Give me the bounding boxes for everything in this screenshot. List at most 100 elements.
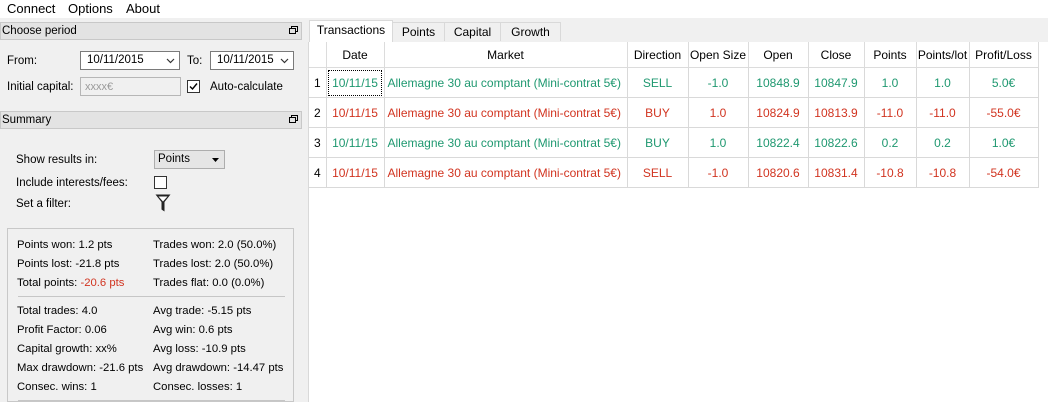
column-header-market[interactable]: Market [384,42,628,68]
cell-open[interactable]: 10824.9 [748,97,809,128]
cell-direction[interactable]: SELL [627,157,689,188]
column-header-profit-loss[interactable]: Profit/Loss [969,42,1039,68]
tab-growth[interactable]: Growth [500,22,561,41]
initial-capital-label: Initial capital: [7,81,74,93]
cell-profit-loss[interactable]: 5.0€ [969,67,1039,98]
corner-cell[interactable] [309,42,327,68]
column-header-close[interactable]: Close [808,42,865,68]
left-panel: Choose period From: 10/11/2015 To: 10/11… [0,18,303,402]
cell-open[interactable]: 10848.9 [748,67,809,98]
cell-points[interactable]: -10.8 [864,157,917,188]
show-results-select[interactable]: Points [154,150,225,169]
cell-open-size[interactable]: -1.0 [688,67,749,98]
transactions-table-area: Date Market Direction Open Size Open Clo… [308,42,1048,402]
points-lost: Points lost: -21.8 pts [17,258,120,270]
choose-period-title: Choose period [2,25,77,37]
cell-date[interactable]: 10/11/15 [326,127,385,158]
row-number[interactable]: 4 [309,157,327,188]
column-header-open[interactable]: Open [748,42,809,68]
include-fees-checkbox[interactable] [154,176,167,189]
cell-market[interactable]: Allemagne 30 au comptant (Mini-contrat 5… [384,67,628,98]
cell-points-lot[interactable]: -10.8 [916,157,970,188]
tab-transactions[interactable]: Transactions [309,20,393,43]
column-header-direction[interactable]: Direction [627,42,689,68]
choose-period-header: Choose period [0,22,302,40]
cell-direction[interactable]: BUY [627,97,689,128]
cell-points-lot[interactable]: -11.0 [916,97,970,128]
column-header-open-size[interactable]: Open Size [688,42,749,68]
float-window-icon[interactable] [289,115,298,123]
initial-capital-input[interactable]: xxxx€ [80,77,181,96]
cell-direction[interactable]: BUY [627,127,689,158]
cell-profit-loss[interactable]: -55.0€ [969,97,1039,128]
column-header-points-lot[interactable]: Points/lot [916,42,970,68]
cell-market[interactable]: Allemagne 30 au comptant (Mini-contrat 5… [384,127,628,158]
checkmark-icon [189,83,198,91]
table-row[interactable]: 4 10/11/15 Allemagne 30 au comptant (Mini-… [309,157,1039,188]
avg-win: Avg win: 0.6 pts [153,324,233,336]
trades-lost: Trades lost: 2.0 (50.0%) [153,258,274,270]
trades-flat: Trades flat: 0.0 (0.0%) [153,277,265,289]
initial-capital-placeholder: xxxx€ [85,81,114,93]
menu-options[interactable]: Options [68,1,113,16]
summary-header: Summary [0,111,302,129]
cell-close[interactable]: 10822.6 [808,127,865,158]
from-label: From: [7,55,38,67]
cell-points-lot[interactable]: 0.2 [916,127,970,158]
cell-date[interactable]: 10/11/15 [326,67,385,98]
cell-open-size[interactable]: -1.0 [688,157,749,188]
consec-losses: Consec. losses: 1 [153,381,243,393]
table-row[interactable]: 2 10/11/15 Allemagne 30 au comptant (Mini-… [309,97,1039,128]
to-date-select[interactable]: 10/11/2015 [210,51,294,70]
tab-points[interactable]: Points [392,22,445,41]
chevron-down-icon [166,58,175,64]
cell-date[interactable]: 10/11/15 [326,157,385,188]
table-header-row: Date Market Direction Open Size Open Clo… [309,42,1039,68]
tab-bar: Transactions Points Capital Growth [308,18,1048,43]
from-date-value: 10/11/2015 [87,54,144,66]
cell-profit-loss[interactable]: 1.0€ [969,127,1039,158]
menu-connect[interactable]: Connect [7,1,55,16]
auto-calculate-label: Auto-calculate [210,81,283,93]
filter-icon[interactable] [155,194,171,213]
table-row[interactable]: 1 10/11/15 Allemagne 30 au comptant (Mini-… [309,67,1039,98]
row-number[interactable]: 2 [309,97,327,128]
cell-points[interactable]: 0.2 [864,127,917,158]
dropdown-arrow-icon [212,158,219,162]
row-number[interactable]: 1 [309,67,327,98]
table-row[interactable]: 3 10/11/15 Allemagne 30 au comptant (Mini-… [309,127,1039,158]
column-header-date[interactable]: Date [326,42,385,68]
cell-market[interactable]: Allemagne 30 au comptant (Mini-contrat 5… [384,97,628,128]
cell-close[interactable]: 10847.9 [808,67,865,98]
cell-points[interactable]: -11.0 [864,97,917,128]
column-header-points[interactable]: Points [864,42,917,68]
cell-points-lot[interactable]: 1.0 [916,67,970,98]
cell-profit-loss[interactable]: -54.0€ [969,157,1039,188]
cell-open-size[interactable]: 1.0 [688,97,749,128]
menu-about[interactable]: About [126,1,160,16]
cell-open-size[interactable]: 1.0 [688,127,749,158]
points-won: Points won: 1.2 pts [17,239,113,251]
cell-market[interactable]: Allemagne 30 au comptant (Mini-contrat 5… [384,157,628,188]
include-fees-label: Include interests/fees: [16,177,128,189]
avg-trade: Avg trade: -5.15 pts [153,305,252,317]
cell-close[interactable]: 10831.4 [808,157,865,188]
total-trades: Total trades: 4.0 [17,305,98,317]
show-results-label: Show results in: [16,154,98,166]
cell-direction[interactable]: SELL [627,67,689,98]
tab-capital[interactable]: Capital [444,22,501,41]
right-panel: Transactions Points Capital Growth Date … [308,18,1048,402]
cell-close[interactable]: 10813.9 [808,97,865,128]
cell-date[interactable]: 10/11/15 [326,97,385,128]
menubar: Connect Options About [0,0,1048,18]
cell-points[interactable]: 1.0 [864,67,917,98]
trades-won: Trades won: 2.0 (50.0%) [153,239,277,251]
cell-open[interactable]: 10822.4 [748,127,809,158]
to-date-value: 10/11/2015 [217,54,274,66]
from-date-select[interactable]: 10/11/2015 [80,51,180,70]
float-window-icon[interactable] [289,26,298,34]
avg-loss: Avg loss: -10.9 pts [153,343,246,355]
cell-open[interactable]: 10820.6 [748,157,809,188]
row-number[interactable]: 3 [309,127,327,158]
auto-calculate-checkbox[interactable] [187,80,200,93]
